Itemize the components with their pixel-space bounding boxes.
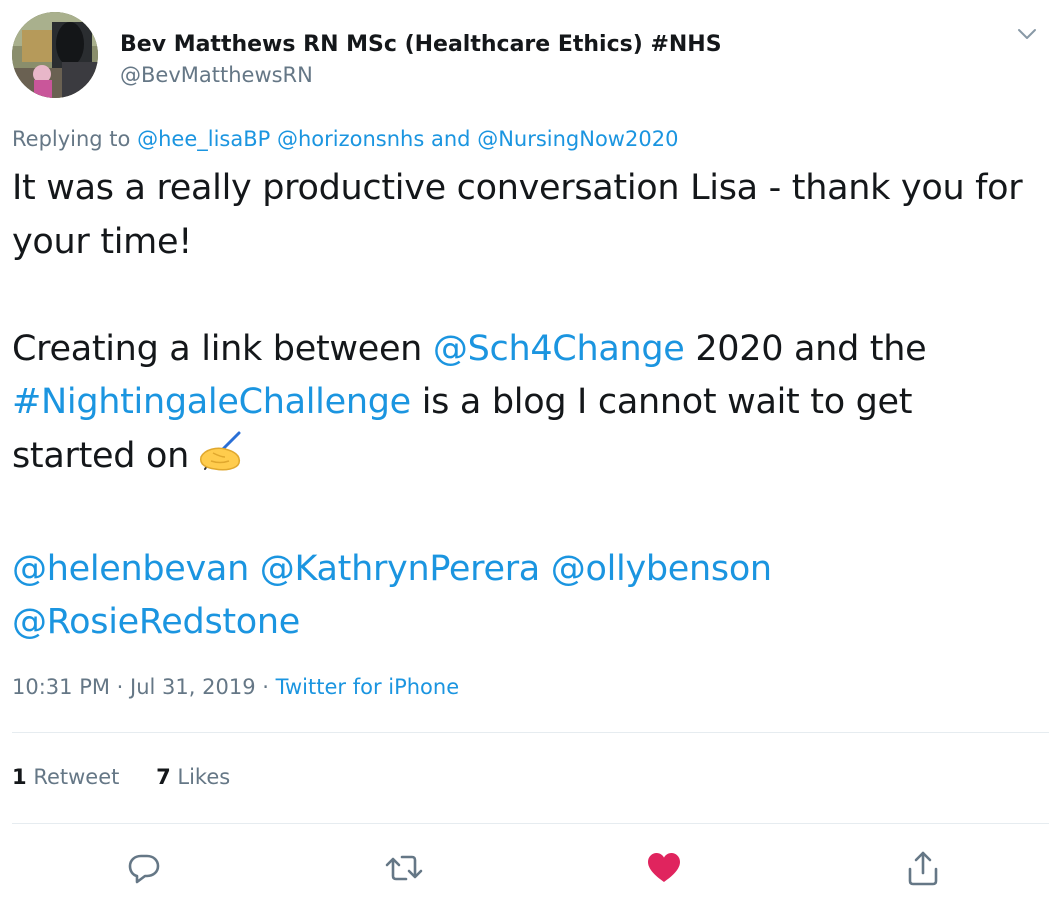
like-button[interactable]	[644, 848, 684, 888]
tweet-date[interactable]: Jul 31, 2019	[130, 675, 256, 699]
tweet-text-segment: 2020 and the	[684, 328, 927, 369]
tweet-time[interactable]: 10:31 PM	[12, 675, 110, 699]
retweets-count: 1	[12, 765, 27, 789]
author-handle[interactable]: @BevMatthewsRN	[120, 60, 722, 90]
avatar-image	[12, 12, 98, 98]
mention-helenbevan[interactable]: @helenbevan	[12, 549, 249, 589]
tweet-text-segment: Creating a link between	[12, 328, 433, 369]
tweet-meta: 10:31 PM · Jul 31, 2019 · Twitter for iP…	[12, 672, 459, 702]
likes-label: Likes	[177, 765, 231, 789]
likes-count: 7	[156, 765, 171, 789]
meta-separator: ·	[116, 675, 124, 699]
tweet-paragraph-3: @helenbevan @KathrynPerera @ollybenson @…	[12, 543, 1042, 650]
divider	[12, 823, 1049, 824]
tweet-source[interactable]: Twitter for iPhone	[276, 675, 460, 699]
mention-ollybenson[interactable]: @ollybenson	[551, 549, 772, 589]
tweet-paragraph-2: Creating a link between @Sch4Change 2020…	[12, 323, 1042, 490]
mention-kathrynperera[interactable]: @KathrynPerera	[260, 549, 540, 589]
reply-mention-horizonsnhs[interactable]: @horizonsnhs	[277, 127, 424, 151]
reply-conjunction[interactable]: and	[431, 127, 471, 151]
divider	[12, 732, 1049, 733]
reply-icon	[128, 854, 160, 884]
share-icon	[908, 851, 938, 886]
author-display-name[interactable]: Bev Matthews RN MSc (Healthcare Ethics) …	[120, 30, 722, 60]
reply-button[interactable]	[124, 848, 164, 888]
retweets-stat[interactable]: 1 Retweet	[12, 762, 119, 792]
reply-mention-nursingnow2020[interactable]: @NursingNow2020	[477, 127, 678, 151]
meta-separator: ·	[262, 675, 269, 699]
retweet-button[interactable]	[384, 848, 424, 888]
replying-to: Replying to @hee_lisaBP @horizonsnhs and…	[12, 124, 678, 154]
heart-icon	[648, 853, 680, 882]
retweet-icon	[385, 855, 423, 881]
retweets-label: Retweet	[33, 765, 120, 789]
tweet-header: Bev Matthews RN MSc (Healthcare Ethics) …	[12, 12, 1049, 98]
tweet: Bev Matthews RN MSc (Healthcare Ethics) …	[0, 0, 1061, 907]
mention-sch4change[interactable]: @Sch4Change	[433, 329, 685, 369]
reply-mention-hee-lisabp[interactable]: @hee_lisaBP	[137, 127, 270, 151]
avatar[interactable]	[12, 12, 98, 98]
tweet-text: It was a really productive conversation …	[12, 162, 1042, 650]
writing-hand-emoji	[195, 431, 245, 490]
tweet-stats: 1 Retweet 7 Likes	[12, 762, 230, 792]
chevron-down-icon[interactable]	[1013, 20, 1041, 48]
author-info: Bev Matthews RN MSc (Healthcare Ethics) …	[120, 30, 722, 90]
share-button[interactable]	[903, 848, 943, 888]
mention-rosieredstone[interactable]: @RosieRedstone	[12, 602, 300, 642]
tweet-paragraph-1: It was a really productive conversation …	[12, 168, 1023, 262]
likes-stat[interactable]: 7 Likes	[156, 762, 230, 792]
tweet-actions	[0, 840, 1061, 894]
replying-prefix: Replying to	[12, 127, 131, 151]
hashtag-nightingalechallenge[interactable]: #NightingaleChallenge	[12, 382, 411, 422]
